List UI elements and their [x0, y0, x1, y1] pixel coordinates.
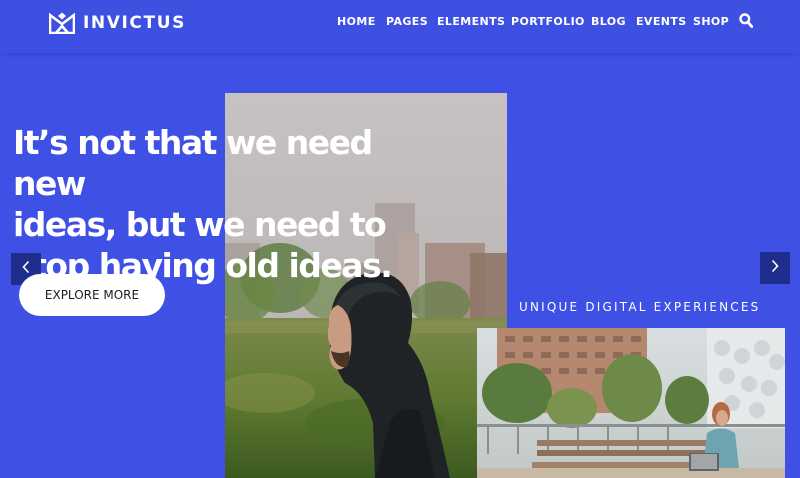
- nav-portfolio[interactable]: PORTFOLIO: [511, 15, 585, 28]
- explore-more-button[interactable]: EXPLORE MORE: [19, 274, 165, 316]
- hero-photo-woman-laptop: [477, 328, 785, 478]
- nav-shop[interactable]: SHOP: [693, 15, 729, 28]
- chevron-right-icon: [770, 259, 780, 278]
- slider-next-button[interactable]: [760, 252, 790, 284]
- logo-text: INVICTUS: [83, 13, 186, 33]
- hero-tagline: UNIQUE DIGITAL EXPERIENCES: [519, 300, 761, 314]
- headline-line-1: It’s not that we need new: [13, 123, 373, 203]
- headline-line-2: ideas, but we need to: [13, 205, 387, 244]
- nav-elements[interactable]: ELEMENTS: [437, 15, 505, 28]
- brand-logo[interactable]: INVICTUS: [49, 11, 186, 35]
- crown-logo-icon: [49, 12, 75, 34]
- search-icon[interactable]: [739, 13, 754, 29]
- nav-blog[interactable]: BLOG: [591, 15, 626, 28]
- site-header: INVICTUS HOME PAGES ELEMENTS PORTFOLIO B…: [0, 0, 800, 53]
- hero-headline: It’s not that we need new ideas, but we …: [13, 122, 453, 286]
- nav-pages[interactable]: PAGES: [386, 15, 428, 28]
- nav-home[interactable]: HOME: [337, 15, 376, 28]
- nav-events[interactable]: EVENTS: [636, 15, 687, 28]
